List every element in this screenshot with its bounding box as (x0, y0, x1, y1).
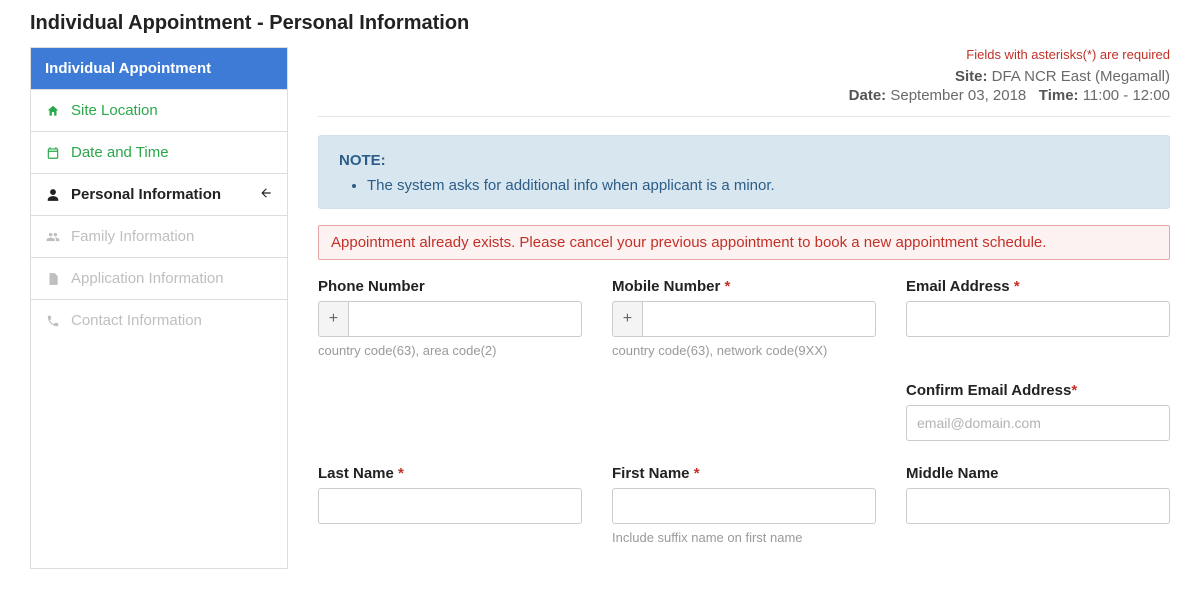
time-value: 11:00 - 12:00 (1083, 87, 1170, 104)
middlename-label: Middle Name (906, 465, 1170, 482)
sidebar-item-label: Personal Information (71, 186, 221, 203)
sidebar-item-date-time[interactable]: Date and Time (31, 132, 287, 174)
site-value: DFA NCR East (Megamall) (992, 68, 1170, 85)
wizard-sidebar: Individual Appointment Site Location Dat… (30, 47, 288, 569)
phone-label: Phone Number (318, 278, 582, 295)
lastname-field-group: Last Name * (318, 465, 582, 545)
date-label: Date: (849, 87, 887, 104)
required-star: * (398, 465, 404, 482)
note-box: NOTE: The system asks for additional inf… (318, 135, 1170, 209)
user-icon (45, 188, 61, 202)
sidebar-item-label: Site Location (71, 102, 158, 119)
lastname-label-text: Last Name (318, 465, 394, 482)
confirm-email-field-group: Confirm Email Address* (906, 382, 1170, 441)
required-star: * (694, 465, 700, 482)
required-star: * (725, 278, 731, 295)
sidebar-item-label: Date and Time (71, 144, 169, 161)
middlename-field-group: Middle Name (906, 465, 1170, 545)
error-alert: Appointment already exists. Please cance… (318, 225, 1170, 260)
page-title: Individual Appointment - Personal Inform… (30, 12, 1170, 35)
phone-addon[interactable]: + (318, 301, 348, 337)
email-label: Email Address * (906, 278, 1170, 295)
sidebar-item-label: Family Information (71, 228, 194, 245)
home-icon (45, 104, 61, 118)
email-label-text: Email Address (906, 278, 1010, 295)
confirm-email-label-text: Confirm Email Address (906, 382, 1071, 399)
sidebar-header: Individual Appointment (31, 48, 287, 90)
document-icon (45, 272, 61, 286)
mobile-addon[interactable]: + (612, 301, 642, 337)
sidebar-header-label: Individual Appointment (45, 60, 211, 77)
sidebar-item-family-info[interactable]: Family Information (31, 216, 287, 258)
date-value: September 03, 2018 (890, 87, 1026, 104)
phone-icon (45, 314, 61, 328)
main-content: Fields with asterisks(*) are required Si… (318, 47, 1170, 569)
email-input[interactable] (906, 301, 1170, 337)
phone-field-group: Phone Number + country code(63), area co… (318, 278, 582, 358)
sidebar-item-contact-info[interactable]: Contact Information (31, 300, 287, 341)
note-bullet: The system asks for additional info when… (367, 177, 1149, 194)
site-meta: Site: DFA NCR East (Megamall) (318, 68, 1170, 85)
firstname-field-group: First Name * Include suffix name on firs… (612, 465, 876, 545)
middlename-input[interactable] (906, 488, 1170, 524)
mobile-label-text: Mobile Number (612, 278, 720, 295)
sidebar-item-label: Contact Information (71, 312, 202, 329)
firstname-label: First Name * (612, 465, 876, 482)
datetime-meta: Date: September 03, 2018 Time: 11:00 - 1… (318, 87, 1170, 104)
mobile-help: country code(63), network code(9XX) (612, 343, 876, 358)
calendar-icon (45, 146, 61, 160)
group-icon (45, 230, 61, 244)
sidebar-item-site-location[interactable]: Site Location (31, 90, 287, 132)
divider (318, 116, 1170, 117)
firstname-input[interactable] (612, 488, 876, 524)
site-label: Site: (955, 68, 988, 85)
confirm-email-label: Confirm Email Address* (906, 382, 1170, 399)
lastname-input[interactable] (318, 488, 582, 524)
sidebar-item-personal-info[interactable]: Personal Information (31, 174, 287, 216)
email-field-group: Email Address * (906, 278, 1170, 358)
lastname-label: Last Name * (318, 465, 582, 482)
mobile-input[interactable] (642, 301, 876, 337)
firstname-help: Include suffix name on first name (612, 530, 876, 545)
mobile-label: Mobile Number * (612, 278, 876, 295)
required-fields-note: Fields with asterisks(*) are required (318, 47, 1170, 62)
required-star: * (1071, 382, 1077, 399)
required-star: * (1014, 278, 1020, 295)
confirm-email-input[interactable] (906, 405, 1170, 441)
time-label: Time: (1039, 87, 1079, 104)
phone-help: country code(63), area code(2) (318, 343, 582, 358)
firstname-label-text: First Name (612, 465, 690, 482)
phone-input[interactable] (348, 301, 582, 337)
mobile-field-group: Mobile Number * + country code(63), netw… (612, 278, 876, 358)
arrow-left-icon (259, 186, 273, 204)
note-title: NOTE: (339, 152, 1149, 169)
sidebar-item-application-info[interactable]: Application Information (31, 258, 287, 300)
sidebar-item-label: Application Information (71, 270, 224, 287)
